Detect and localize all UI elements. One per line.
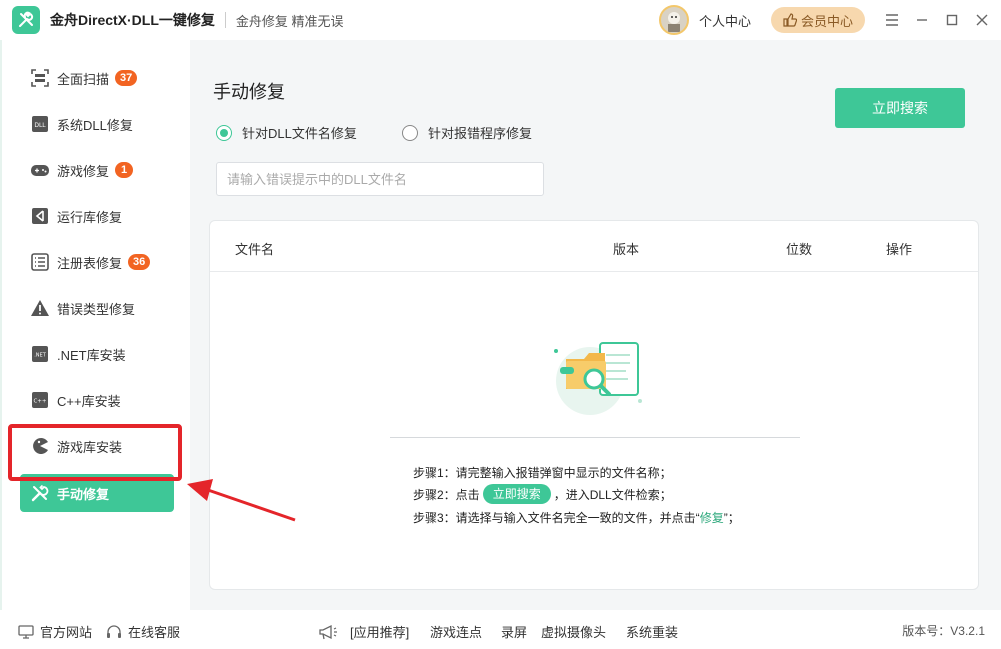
svg-text:C++: C++ [33, 399, 46, 405]
empty-folder-search-icon [554, 342, 642, 415]
sidebar-item-label: 全面扫描 [57, 71, 110, 87]
official-site-link[interactable]: 官方网站 [18, 622, 92, 641]
sidebar-item-full-scan[interactable]: 全面扫描 37 [20, 59, 174, 97]
menu-icon [886, 14, 898, 26]
sidebar-item-system-dll[interactable]: DLL 系统DLL修复 [20, 105, 174, 143]
footer-link-auto-clicker[interactable]: 游戏连点 [430, 622, 482, 641]
column-header-filename: 文件名 [235, 242, 275, 257]
footer: 官方网站 在线客服 [应用推荐] 游戏连点 录屏 虚拟摄像头 系统重装 版本号：… [0, 610, 1001, 649]
count-badge: 37 [115, 70, 138, 86]
version-label: 版本号：V3.2.1 [902, 624, 985, 638]
step-2-prefix: 步骤2：点击 [413, 487, 480, 502]
menu-button[interactable] [877, 0, 907, 40]
minimize-button[interactable] [907, 0, 937, 40]
vip-center-button[interactable]: 会员中心 [770, 7, 865, 33]
sidebar-item-label: 游戏修复 [57, 163, 110, 179]
footer-link-system-reinstall[interactable]: 系统重装 [626, 622, 678, 641]
sidebar-item-error-type[interactable]: 错误类型修复 [20, 289, 174, 327]
sidebar-item-registry-repair[interactable]: 注册表修复 36 [20, 243, 174, 281]
step-2-suffix: ，进入DLL文件检索； [553, 487, 672, 502]
column-header-bits: 位数 [786, 242, 813, 257]
sidebar-item-label: 运行库修复 [57, 209, 123, 225]
monitor-icon [18, 624, 34, 639]
radio-label: 针对DLL文件名修复 [242, 126, 357, 141]
step-1-label: 步骤1：请完整输入报错弹窗中显示的文件名称； [413, 466, 672, 480]
radio-error-program[interactable]: 针对报错程序修复 [402, 123, 532, 142]
sidebar-item-label: 手动修复 [57, 486, 110, 502]
sidebar-item-label: 系统DLL修复 [57, 117, 133, 133]
column-header-version: 版本 [613, 242, 640, 257]
minimize-icon [917, 19, 927, 21]
sidebar-item-game-repair[interactable]: 游戏修复 1 [20, 151, 174, 189]
title-bar: 金舟DirectX·DLL一键修复 金舟修复 精准无误 个人中心 会员中心 [0, 0, 1001, 40]
recommend-section: [应用推荐] [318, 622, 409, 641]
count-badge: 36 [128, 254, 151, 270]
app-slogan: 金舟修复 精准无误 [235, 13, 344, 29]
title-separator [224, 12, 226, 28]
dotnet-icon: .NET [30, 344, 50, 364]
vip-center-label: 会员中心 [800, 13, 853, 29]
app-title: 金舟DirectX·DLL一键修复 [50, 12, 215, 28]
app-logo-icon [12, 6, 40, 34]
online-service-link[interactable]: 在线客服 [106, 622, 180, 641]
dll-icon: DLL [30, 114, 50, 134]
wrench-icon [30, 483, 50, 503]
footer-link-virtual-camera[interactable]: 虚拟摄像头 [541, 622, 606, 641]
step-2-text: 步骤2：点击 立即搜索 ，进入DLL文件检索； [413, 484, 672, 504]
megaphone-icon [319, 624, 337, 639]
sidebar-item-label: 错误类型修复 [57, 301, 136, 317]
online-service-label: 在线客服 [128, 625, 181, 640]
cpp-icon: C++ [30, 390, 50, 410]
sidebar-item-label: .NET库安装 [57, 347, 126, 363]
radio-unchecked-icon [402, 124, 418, 141]
radio-checked-icon [216, 124, 232, 141]
step-1-text: 步骤1：请完整输入报错弹窗中显示的文件名称； [413, 464, 672, 481]
sidebar-item-dotnet-install[interactable]: .NET .NET库安装 [20, 335, 174, 373]
main-panel: 手动修复 立即搜索 针对DLL文件名修复 针对报错程序修复 文件名 版本 位数 … [190, 40, 1001, 610]
step-3-prefix: 步骤3：请选择与输入文件名完全一致的文件，并点击“ [413, 511, 700, 525]
warning-icon [30, 298, 50, 318]
count-badge: 1 [115, 162, 134, 178]
runtime-icon [30, 206, 50, 226]
sidebar: 全面扫描 37 DLL 系统DLL修复 游戏修复 1 运行库修复 注册表修复 3… [0, 40, 190, 610]
maximize-button[interactable] [937, 0, 967, 40]
radio-dll-name[interactable]: 针对DLL文件名修复 [216, 123, 357, 142]
close-icon [976, 14, 988, 26]
svg-text:DLL: DLL [34, 122, 46, 129]
radio-label: 针对报错程序修复 [428, 126, 533, 141]
user-center-link[interactable]: 个人中心 [699, 11, 751, 30]
sidebar-item-label: C++库安装 [57, 393, 121, 409]
headset-icon [107, 625, 121, 638]
footer-link-screen-recorder[interactable]: 录屏 [501, 622, 527, 641]
step-3-repair-text: 修复 [699, 511, 724, 525]
svg-text:.NET: .NET [34, 353, 46, 359]
annotation-arrow-icon [187, 479, 296, 522]
thumbs-up-icon [783, 13, 797, 27]
official-site-label: 官方网站 [40, 625, 93, 640]
maximize-icon [946, 14, 958, 26]
avatar[interactable] [658, 5, 689, 35]
step-3-text: 步骤3：请选择与输入文件名完全一致的文件，并点击“ 修复 ”； [413, 509, 740, 526]
sidebar-item-cpp-install[interactable]: C++ C++库安装 [20, 381, 174, 419]
close-button[interactable] [967, 0, 997, 40]
scan-icon [30, 68, 50, 88]
header-divider [210, 271, 978, 272]
step-2-search-chip: 立即搜索 [482, 484, 551, 504]
step-3-suffix: ”； [723, 511, 740, 525]
column-header-action: 操作 [886, 242, 913, 257]
registry-icon [30, 252, 50, 272]
highlight-box [8, 424, 182, 481]
page-title: 手动修复 [213, 82, 285, 102]
empty-state-divider [390, 437, 800, 438]
gamepad-icon [30, 160, 50, 180]
dll-name-input[interactable] [216, 162, 544, 196]
search-now-button[interactable]: 立即搜索 [835, 88, 965, 128]
sidebar-item-label: 注册表修复 [57, 255, 123, 271]
results-table: 文件名 版本 位数 操作 步骤1：请完整输入报错弹窗中显示的文件名称； 步骤2：… [209, 220, 979, 590]
recommend-label: [应用推荐] [350, 625, 410, 640]
sidebar-item-runtime-repair[interactable]: 运行库修复 [20, 197, 174, 235]
